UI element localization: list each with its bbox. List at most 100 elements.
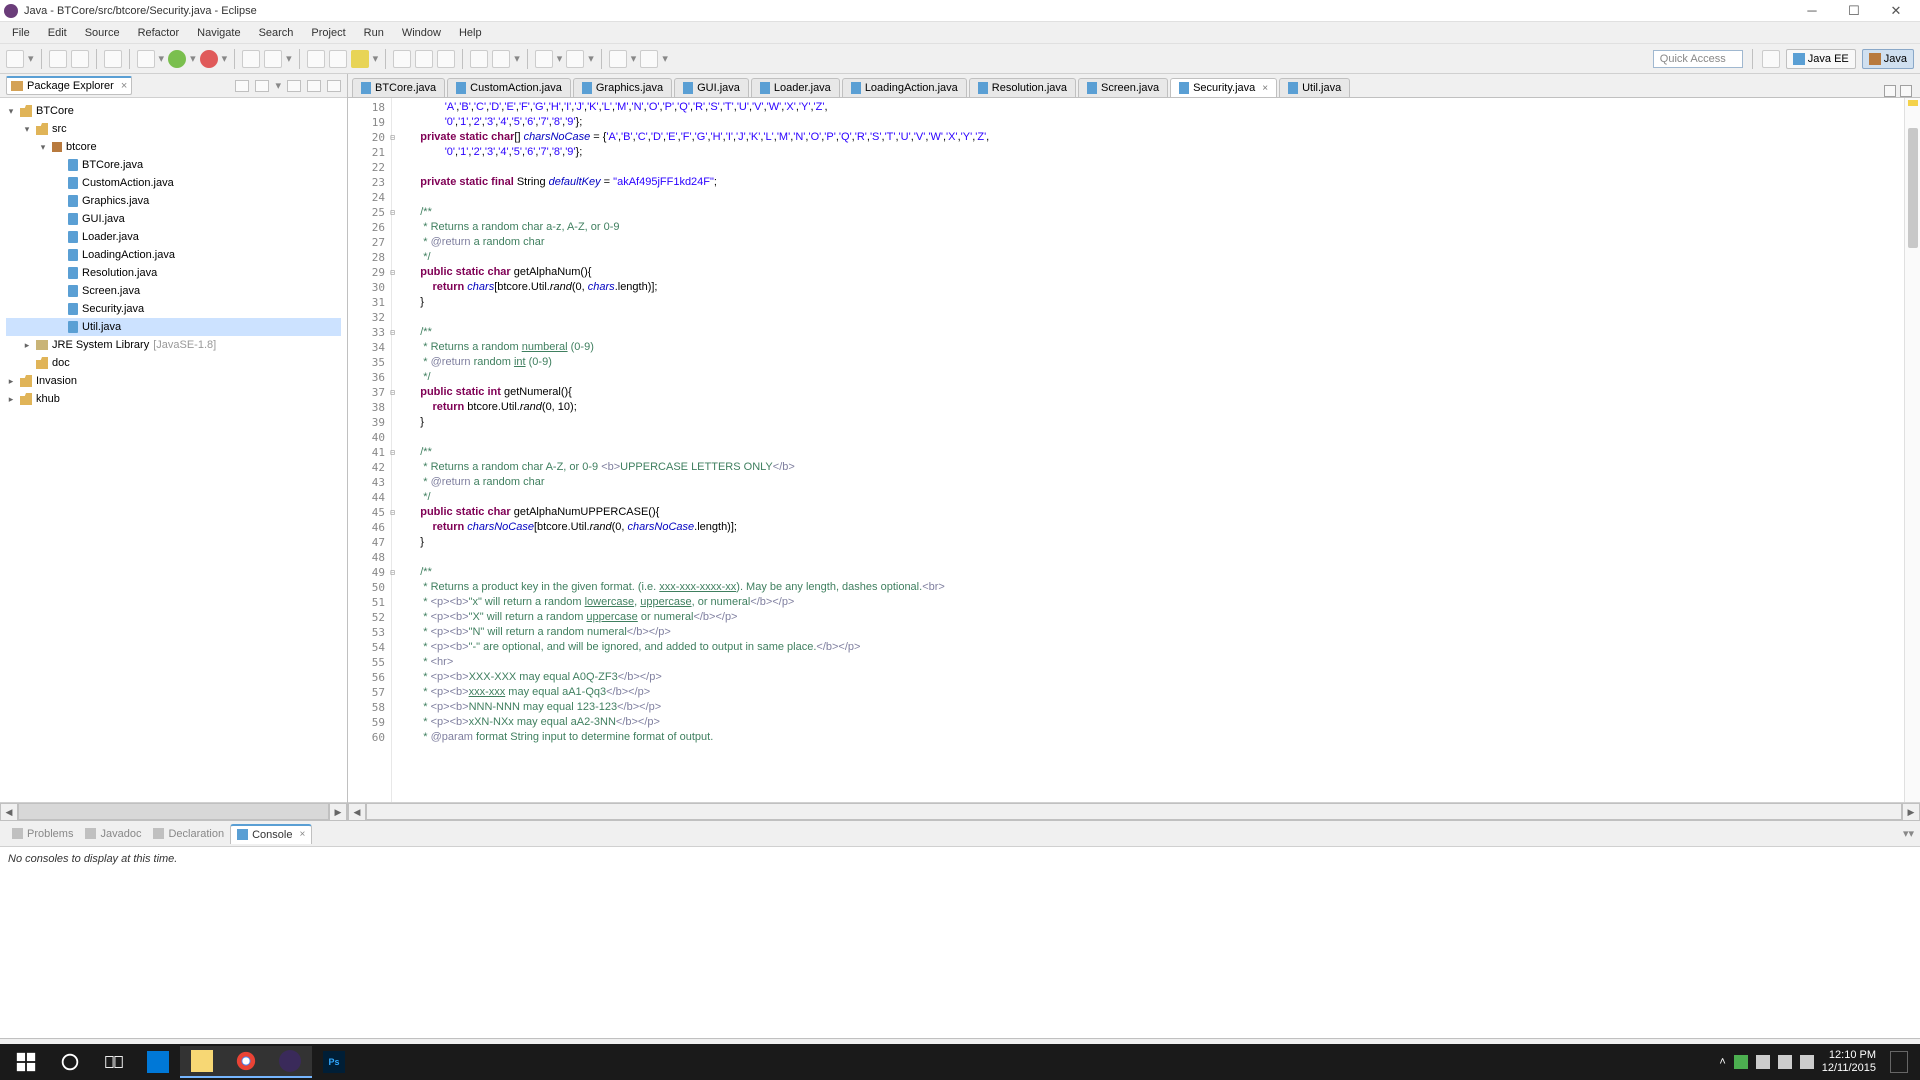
search-button[interactable]	[351, 50, 369, 68]
package-explorer-tab[interactable]: Package Explorer ×	[6, 76, 132, 95]
toggle-block-button[interactable]	[415, 50, 433, 68]
start-button[interactable]	[4, 1046, 48, 1078]
vertical-scroll-thumb[interactable]	[1908, 128, 1918, 248]
menu-help[interactable]: Help	[451, 24, 490, 42]
editor-tab[interactable]: Security.java×	[1170, 78, 1277, 97]
editor-tab[interactable]: Util.java	[1279, 78, 1350, 97]
open-task-button[interactable]	[329, 50, 347, 68]
tree-item[interactable]: doc	[6, 354, 341, 372]
tree-item[interactable]: ▸Invasion	[6, 372, 341, 390]
maximize-button[interactable]: ☐	[1840, 2, 1868, 20]
task-view-button[interactable]	[92, 1046, 136, 1078]
debug-button[interactable]	[137, 50, 155, 68]
editor-tab[interactable]: Graphics.java	[573, 78, 672, 97]
code-editor[interactable]: 'A','B','C','D','E','F','G','H','I','J',…	[392, 98, 1904, 802]
editor-tab[interactable]: GUI.java	[674, 78, 749, 97]
overview-ruler[interactable]	[1904, 98, 1920, 802]
eclipse-app[interactable]	[268, 1046, 312, 1078]
editor-tab[interactable]: Screen.java	[1078, 78, 1168, 97]
run-button[interactable]	[168, 50, 186, 68]
taskbar-clock[interactable]: 12:10 PM12/11/2015	[1822, 1049, 1876, 1075]
editor-scroll-left[interactable]: ◀	[348, 803, 366, 821]
problems-tab[interactable]: Problems	[6, 825, 79, 843]
menu-edit[interactable]: Edit	[40, 24, 75, 42]
editor-tab[interactable]: BTCore.java	[352, 78, 445, 97]
editor-tab[interactable]: Resolution.java	[969, 78, 1076, 97]
minimize-editor[interactable]	[1884, 85, 1896, 97]
open-perspective-button[interactable]	[1762, 50, 1780, 68]
link-editor-button[interactable]	[255, 80, 269, 92]
console-tab[interactable]: Console×	[230, 824, 312, 844]
tree-item[interactable]: Resolution.java	[6, 264, 341, 282]
open-type-button[interactable]	[307, 50, 325, 68]
view-menu-button[interactable]	[287, 80, 301, 92]
menu-navigate[interactable]: Navigate	[189, 24, 248, 42]
tab-close-icon[interactable]: ×	[121, 80, 127, 92]
quick-access-input[interactable]: Quick Access	[1653, 50, 1743, 68]
tree-item[interactable]: LoadingAction.java	[6, 246, 341, 264]
tree-item[interactable]: GUI.java	[6, 210, 341, 228]
tree-item[interactable]: ▾btcore	[6, 138, 341, 156]
menu-search[interactable]: Search	[251, 24, 302, 42]
editor-tab[interactable]: LoadingAction.java	[842, 78, 967, 97]
tray-battery-icon[interactable]	[1778, 1055, 1792, 1069]
minimize-view-button[interactable]	[307, 80, 321, 92]
console-close-icon[interactable]: ×	[299, 829, 305, 840]
save-button[interactable]	[49, 50, 67, 68]
close-button[interactable]: ✕	[1882, 2, 1910, 20]
skip-breakpoints-button[interactable]	[104, 50, 122, 68]
new-button[interactable]	[6, 50, 24, 68]
tree-item[interactable]: ▸JRE System Library [JavaSE-1.8]	[6, 336, 341, 354]
menu-file[interactable]: File	[4, 24, 38, 42]
tree-item[interactable]: Screen.java	[6, 282, 341, 300]
tree-item[interactable]: Loader.java	[6, 228, 341, 246]
tree-item[interactable]: Graphics.java	[6, 192, 341, 210]
minimize-button[interactable]: ─	[1798, 2, 1826, 20]
tray-network-icon[interactable]	[1756, 1055, 1770, 1069]
tree-item[interactable]: BTCore.java	[6, 156, 341, 174]
maximize-editor[interactable]	[1900, 85, 1912, 97]
tree-item[interactable]: ▾BTCore	[6, 102, 341, 120]
tree-item[interactable]: Security.java	[6, 300, 341, 318]
menu-window[interactable]: Window	[394, 24, 449, 42]
perspective-java[interactable]: Java	[1862, 49, 1914, 69]
project-tree[interactable]: ▾BTCore▾src▾btcoreBTCore.javaCustomActio…	[0, 98, 347, 802]
run-last-button[interactable]	[200, 50, 218, 68]
last-edit-button[interactable]	[535, 50, 553, 68]
chrome-app[interactable]	[224, 1046, 268, 1078]
perspective-javaee[interactable]: Java EE	[1786, 49, 1856, 69]
tree-scroll-left[interactable]: ◀	[0, 803, 18, 821]
editor-tab[interactable]: Loader.java	[751, 78, 840, 97]
collapse-all-button[interactable]	[235, 80, 249, 92]
tree-scroll-right[interactable]: ▶	[329, 803, 347, 821]
maximize-view-button[interactable]	[327, 80, 341, 92]
new-package-button[interactable]	[242, 50, 260, 68]
editor-tab[interactable]: CustomAction.java	[447, 78, 571, 97]
tray-volume-icon[interactable]	[1800, 1055, 1814, 1069]
save-all-button[interactable]	[71, 50, 89, 68]
nav-back-button[interactable]	[609, 50, 627, 68]
tree-scroll-track[interactable]	[18, 803, 329, 820]
menu-refactor[interactable]: Refactor	[130, 24, 188, 42]
tree-item[interactable]: CustomAction.java	[6, 174, 341, 192]
photoshop-app[interactable]: Ps	[312, 1046, 356, 1078]
calculator-app[interactable]	[136, 1046, 180, 1078]
tree-item[interactable]: ▾src	[6, 120, 341, 138]
javadoc-tab[interactable]: Javadoc	[79, 825, 147, 843]
tray-shield-icon[interactable]	[1734, 1055, 1748, 1069]
tree-item[interactable]: Util.java	[6, 318, 341, 336]
toggle-mark-button[interactable]	[393, 50, 411, 68]
editor-scroll-track[interactable]	[366, 803, 1902, 820]
declaration-tab[interactable]: Declaration	[147, 825, 230, 843]
cortana-button[interactable]	[48, 1046, 92, 1078]
tree-item[interactable]: ▸khub	[6, 390, 341, 408]
back-button[interactable]	[566, 50, 584, 68]
tray-overflow-icon[interactable]: ˄	[1719, 1056, 1725, 1068]
annotation-next-button[interactable]	[492, 50, 510, 68]
editor-scroll-right[interactable]: ▶	[1902, 803, 1920, 821]
menu-run[interactable]: Run	[356, 24, 392, 42]
nav-forward-button[interactable]	[640, 50, 658, 68]
menu-source[interactable]: Source	[77, 24, 128, 42]
line-number-gutter[interactable]: 1819202122232425262728293031323334353637…	[348, 98, 392, 802]
action-center-button[interactable]	[1890, 1051, 1908, 1073]
